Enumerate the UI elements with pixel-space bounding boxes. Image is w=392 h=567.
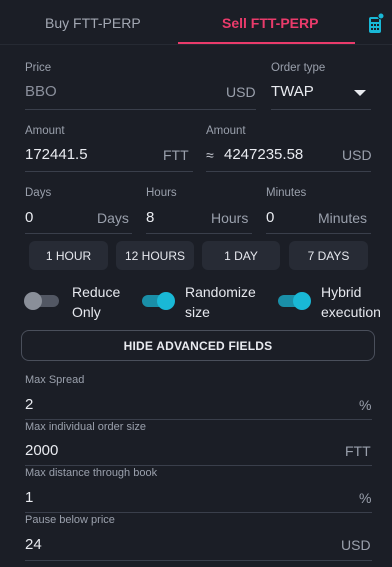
minutes-input[interactable]: 0 [266,209,274,226]
toggle-knob [157,292,175,310]
hours-label: Hours [146,187,177,199]
pause-below-input[interactable]: 24 [25,536,42,553]
preset-1-day-button[interactable]: 1 DAY [202,241,280,270]
max-spread-input[interactable]: 2 [25,396,33,413]
max-spread-label: Max Spread [25,374,85,386]
max-distance-underline [25,512,372,513]
hybrid-execution-label: Hybrid execution [321,284,381,320]
order-type-underline [271,109,371,110]
amount-quote-label: Amount [206,125,246,137]
approx-symbol: ≈ [206,147,214,163]
price-underline [25,109,256,110]
max-distance-unit: % [359,490,372,506]
hours-underline [146,233,252,234]
preset-7-days-button[interactable]: 7 DAYS [289,241,368,270]
order-type-select[interactable]: TWAP [271,83,314,100]
order-type-label: Order type [271,62,326,74]
price-label: Price [25,62,52,74]
amount-base-unit: FTT [163,147,189,163]
hours-unit: Hours [211,210,249,226]
max-distance-input[interactable]: 1 [25,489,33,506]
price-input[interactable]: BBO [25,83,57,100]
amount-quote-input[interactable]: 4247235.58 [224,146,303,163]
tab-sell[interactable]: Sell FTT-PERP [222,15,318,31]
calculator-icon[interactable] [368,12,385,35]
toggle-knob [293,292,311,310]
pause-below-label: Pause below price [25,514,115,526]
amount-quote-unit: USD [342,147,372,163]
pause-below-underline [25,560,372,561]
minutes-unit: Minutes [318,210,368,226]
amount-base-input[interactable]: 172441.5 [25,146,88,163]
chevron-down-icon[interactable] [354,90,366,96]
max-spread-underline [25,419,372,420]
max-order-size-label: Max individual order size [25,421,147,433]
max-order-size-underline [25,465,372,466]
amount-base-underline [25,171,193,172]
amount-quote-underline [206,171,371,172]
hybrid-execution-toggle[interactable] [275,292,311,310]
amount-base-label: Amount [25,125,65,137]
hide-advanced-fields-button[interactable]: HIDE ADVANCED FIELDS [21,330,375,361]
randomize-size-toggle[interactable] [139,292,175,310]
max-order-size-unit: FTT [345,443,371,459]
days-unit: Days [97,210,129,226]
preset-1-hour-button[interactable]: 1 HOUR [29,241,108,270]
days-label: Days [25,187,52,199]
price-unit: USD [226,84,256,100]
days-input[interactable]: 0 [25,209,33,226]
hours-input[interactable]: 8 [146,209,154,226]
randomize-size-label: Randomize size [185,284,256,320]
max-distance-label: Max distance through book [25,467,158,479]
tab-divider [0,44,392,45]
days-underline [25,233,132,234]
reduce-only-label: Reduce Only [72,284,121,320]
max-order-size-input[interactable]: 2000 [25,442,58,459]
pause-below-unit: USD [341,537,371,553]
toggle-knob [24,292,42,310]
minutes-label: Minutes [266,187,307,199]
tab-buy[interactable]: Buy FTT-PERP [45,15,141,31]
max-spread-unit: % [359,397,372,413]
reduce-only-toggle[interactable] [24,292,60,310]
preset-12-hours-button[interactable]: 12 HOURS [116,241,194,270]
minutes-underline [266,233,371,234]
